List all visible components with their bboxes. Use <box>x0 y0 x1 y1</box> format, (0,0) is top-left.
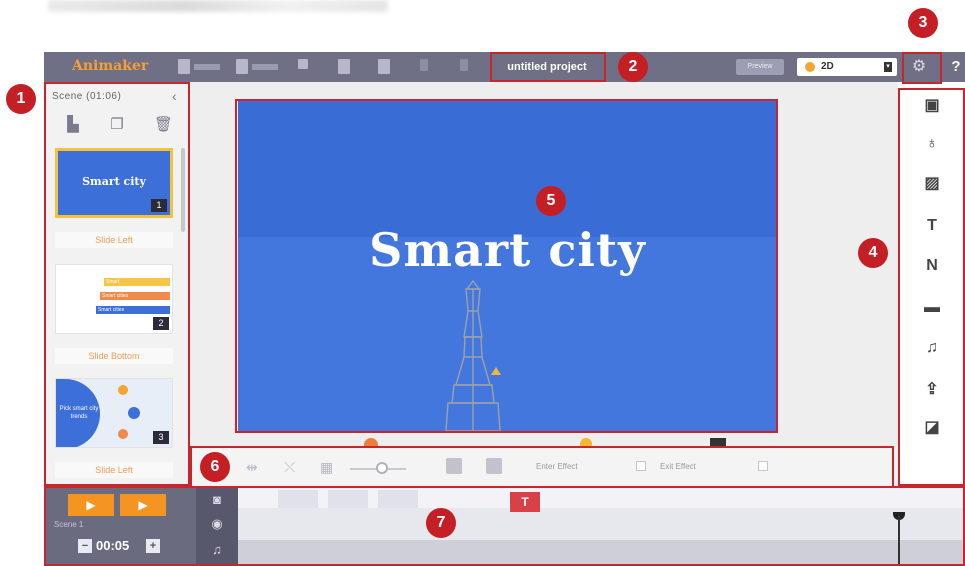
annotation-badge: 3 <box>908 8 938 38</box>
save-icon <box>236 59 248 74</box>
redo-button[interactable] <box>460 59 468 75</box>
undo-icon <box>420 59 428 71</box>
undo-button[interactable] <box>420 59 428 75</box>
copy-button[interactable] <box>338 59 350 75</box>
copy-icon <box>338 59 350 74</box>
share-button[interactable] <box>298 59 308 75</box>
new-label <box>194 63 220 70</box>
highlight-settings <box>902 52 942 84</box>
help-button[interactable]: ? <box>947 57 965 77</box>
paste-icon <box>378 59 390 74</box>
highlight-property-bar <box>190 446 894 488</box>
save-button[interactable] <box>236 59 278 75</box>
annotation-badge: 4 <box>858 238 888 268</box>
highlight-project-title <box>490 52 606 82</box>
annotation-badge: 5 <box>536 186 566 216</box>
highlight-library <box>898 88 965 486</box>
new-project-button[interactable] <box>178 59 220 75</box>
chevron-down-icon: ▾ <box>884 62 892 72</box>
animaker-editor: Animaker untitled project Preview 2D ▾ ⚙… <box>0 0 965 566</box>
file-icon <box>178 59 190 74</box>
paste-button[interactable] <box>378 59 390 75</box>
preview-button[interactable]: Preview <box>736 59 784 75</box>
header-text-blur <box>48 0 388 12</box>
share-icon <box>298 59 308 70</box>
redo-icon <box>460 59 468 71</box>
app-logo[interactable]: Animaker <box>72 58 148 74</box>
annotation-badge: 6 <box>200 452 230 482</box>
help-icon: ? <box>951 58 961 75</box>
highlight-timeline <box>44 486 965 566</box>
annotation-badge: 1 <box>6 84 36 114</box>
highlight-stage <box>235 99 778 433</box>
annotation-badge: 2 <box>618 52 648 82</box>
mode-select[interactable]: 2D ▾ <box>797 58 897 76</box>
coin-icon <box>805 62 815 72</box>
mode-value: 2D <box>821 61 834 72</box>
annotation-badge: 7 <box>426 508 456 538</box>
highlight-scenes <box>44 82 190 486</box>
save-label <box>252 63 278 70</box>
